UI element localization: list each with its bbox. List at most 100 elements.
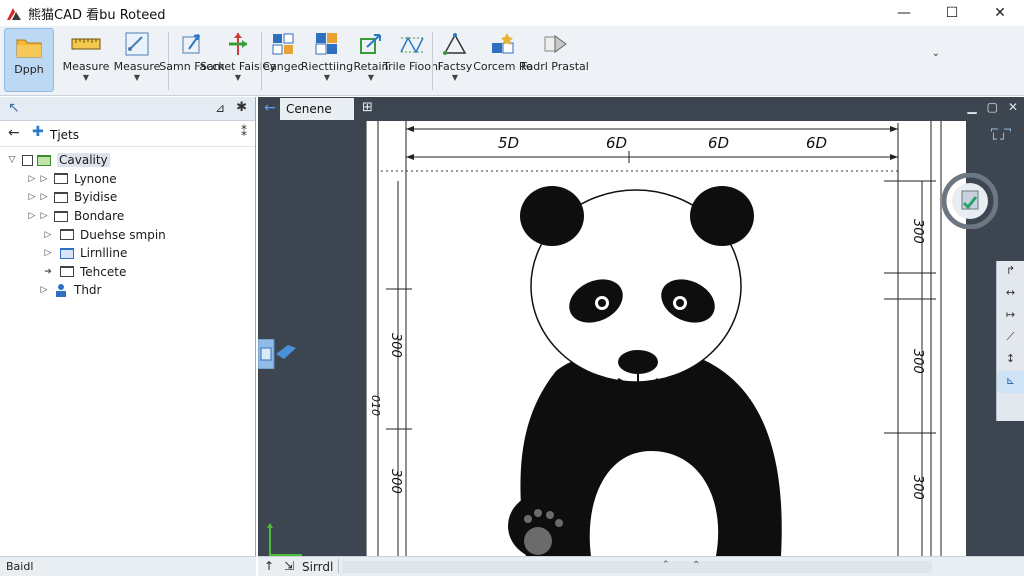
- tree-item[interactable]: ▷ ▷ Lynone: [0, 170, 255, 189]
- folder-icon: [54, 191, 68, 203]
- maximize-button[interactable]: ☐: [928, 0, 976, 26]
- ruler-icon: [71, 30, 101, 58]
- factsy-button[interactable]: Factsy ▼: [433, 26, 477, 94]
- measure-area-icon: [122, 30, 152, 58]
- expand-icon[interactable]: ▷: [26, 211, 38, 221]
- expand-icon[interactable]: ▷: [42, 230, 54, 240]
- play-arrow-icon: [540, 30, 570, 58]
- tree-item-label: Lirnlline: [80, 246, 128, 261]
- tree-item[interactable]: ▷ Thdr: [0, 281, 255, 300]
- status-bar: ↑ ⇲ Sirrdl ⌃ ⌃: [258, 556, 1024, 576]
- pin-icon[interactable]: ⊿: [215, 101, 225, 115]
- panda-drawing: [508, 186, 782, 560]
- drawing-canvas[interactable]: 5D 6D 6D 6D 300 010 300 300 300 300 ⌐ ¬ …: [257, 121, 1024, 560]
- tool-span-icon[interactable]: ↦: [997, 305, 1024, 327]
- doc-restore-icon[interactable]: ▢: [987, 100, 998, 114]
- scroll-right-icon[interactable]: ⌃: [692, 560, 700, 571]
- measure-distance-button[interactable]: Measure ▼: [60, 26, 112, 94]
- dimension-label: 300: [910, 219, 925, 244]
- cad-drawing: 5D 6D 6D 6D 300 010 300 300 300 300: [365, 121, 942, 560]
- tree-item-label: Duehse smpin: [80, 227, 166, 242]
- property-flag-icon[interactable]: [257, 338, 298, 370]
- drawing-sheet: 5D 6D 6D 6D 300 010 300 300 300 300: [365, 121, 966, 560]
- status-separator: [338, 559, 339, 573]
- grid-blocks-icon: [268, 30, 298, 58]
- tree-item[interactable]: ▷ ▷ Byidise: [0, 188, 255, 207]
- horizontal-scrollbar[interactable]: [342, 561, 932, 573]
- layer-icon: [60, 247, 74, 259]
- fadrl-prastal-button[interactable]: Fadrl Prastal: [521, 26, 589, 94]
- open-folder-button[interactable]: Dpph: [4, 28, 54, 92]
- tree-item[interactable]: ▷ Lirnlline: [0, 244, 255, 263]
- tool-vertical-icon[interactable]: ↕: [997, 349, 1024, 371]
- ribbon-label: Measure: [62, 60, 110, 73]
- tree-item[interactable]: ▷ ▷ Bondare: [0, 207, 255, 226]
- up-arrow-icon[interactable]: ↑: [264, 559, 274, 573]
- minimize-button[interactable]: —: [880, 0, 928, 26]
- arrow-left-icon[interactable]: ←: [8, 125, 20, 141]
- user-icon: [54, 283, 68, 298]
- scroll-up-icon[interactable]: ⌃: [662, 560, 670, 570]
- tree-item-label: Lynone: [74, 171, 117, 186]
- tree-item-label: Byidise: [74, 190, 118, 205]
- snap-icon[interactable]: ⇲: [284, 559, 294, 573]
- tree-view: ▽ Cavality ▷ ▷ Lynone ▷ ▷ Byidise ▷ ▷ Bo…: [0, 151, 255, 300]
- add-icon[interactable]: ✚: [32, 124, 44, 140]
- move-arrows-icon: [223, 30, 253, 58]
- view-cube-icon[interactable]: [941, 172, 999, 230]
- panel-header: ↖ ⊿ ✱: [0, 97, 255, 121]
- collapse-icon[interactable]: ▽: [6, 155, 18, 165]
- snap-arrows-icon[interactable]: ⌐ ¬ └ ┘: [990, 124, 1012, 145]
- ribbon-label: Factsy: [437, 60, 473, 73]
- tool-angle-icon[interactable]: ↱: [997, 261, 1024, 283]
- home-icon[interactable]: ⌂: [340, 100, 348, 115]
- chevron-down-icon: ▼: [82, 73, 90, 82]
- tree-item[interactable]: ▽ Cavality: [0, 151, 255, 170]
- panel-title: Tjets: [50, 128, 80, 142]
- doc-minimize-icon[interactable]: ▁: [967, 100, 976, 114]
- arrow-right-icon[interactable]: ➔: [42, 267, 54, 277]
- grid-icon[interactable]: ⊞: [362, 100, 373, 115]
- dimension-label: 6D: [708, 134, 729, 152]
- rietting-button[interactable]: Riecttiing ▼: [300, 26, 354, 94]
- document-tabbar: ← Cenene ⌂ ⊞ ▁ ▢ ✕: [258, 97, 1024, 121]
- tree-item[interactable]: ▷ Duehse smpin: [0, 225, 255, 244]
- panel-toolbar: ← ✚ Tjets ⁑: [0, 121, 255, 147]
- expand-icon[interactable]: ▷: [26, 174, 38, 184]
- right-toolbar: ↱ ↔ ↦ ⟋ ↕ ⊾: [996, 261, 1024, 421]
- dimension-label: 6D: [806, 134, 827, 152]
- expand-icon[interactable]: ▷: [26, 192, 38, 202]
- ribbon-toolbar: Dpph Measure ▼ Measure ▼ Samn Facck Same…: [0, 26, 1024, 96]
- tool-horizontal-icon[interactable]: ↔: [997, 283, 1024, 305]
- project-tree-panel: ↖ ⊿ ✱ ← ✚ Tjets ⁑ ▽ Cavality ▷ ▷ Lynone …: [0, 97, 256, 556]
- dimension-label: 5D: [498, 134, 519, 152]
- app-logo-icon: [6, 5, 22, 21]
- measure-area-button[interactable]: Measure ▼: [112, 26, 162, 94]
- change-button[interactable]: Cangec: [262, 26, 304, 94]
- same-faisley-button[interactable]: Samet Faisley ▼: [200, 26, 276, 94]
- chevron-down-icon: ▼: [451, 73, 459, 82]
- panel-close-icon[interactable]: ✱: [236, 100, 247, 115]
- ribbon-collapse-icon[interactable]: ⌄: [932, 48, 940, 59]
- tree-item[interactable]: ➔ Tehcete: [0, 263, 255, 282]
- status-text: Sirrdl: [302, 560, 334, 574]
- back-arrow-icon[interactable]: ↖: [8, 100, 20, 116]
- dimension-label: 300: [388, 469, 403, 494]
- checkbox[interactable]: [22, 154, 33, 166]
- tree-item-label: Thdr: [74, 283, 102, 298]
- triangle-snap-icon: [440, 30, 470, 58]
- dimension-label: 300: [910, 349, 925, 374]
- tool-dimension-icon[interactable]: ⊾: [997, 371, 1024, 393]
- panel-menu-icon[interactable]: ⁑: [241, 125, 247, 139]
- expand-icon[interactable]: ▷: [38, 285, 50, 295]
- expand-icon[interactable]: ▷: [42, 248, 54, 258]
- arrow-left-icon[interactable]: ←: [264, 100, 276, 116]
- close-button[interactable]: ✕: [976, 0, 1024, 26]
- ribbon-label: Riecttiing: [300, 60, 354, 73]
- tree-item-label: Bondare: [74, 209, 125, 224]
- ribbon-label: Dpph: [14, 63, 44, 76]
- doc-close-icon[interactable]: ✕: [1008, 100, 1018, 114]
- trile-fioonl-button[interactable]: Trile Fioonl: [383, 26, 441, 94]
- expand-icon: ▷: [40, 192, 48, 203]
- tool-slope-icon[interactable]: ⟋: [997, 327, 1024, 349]
